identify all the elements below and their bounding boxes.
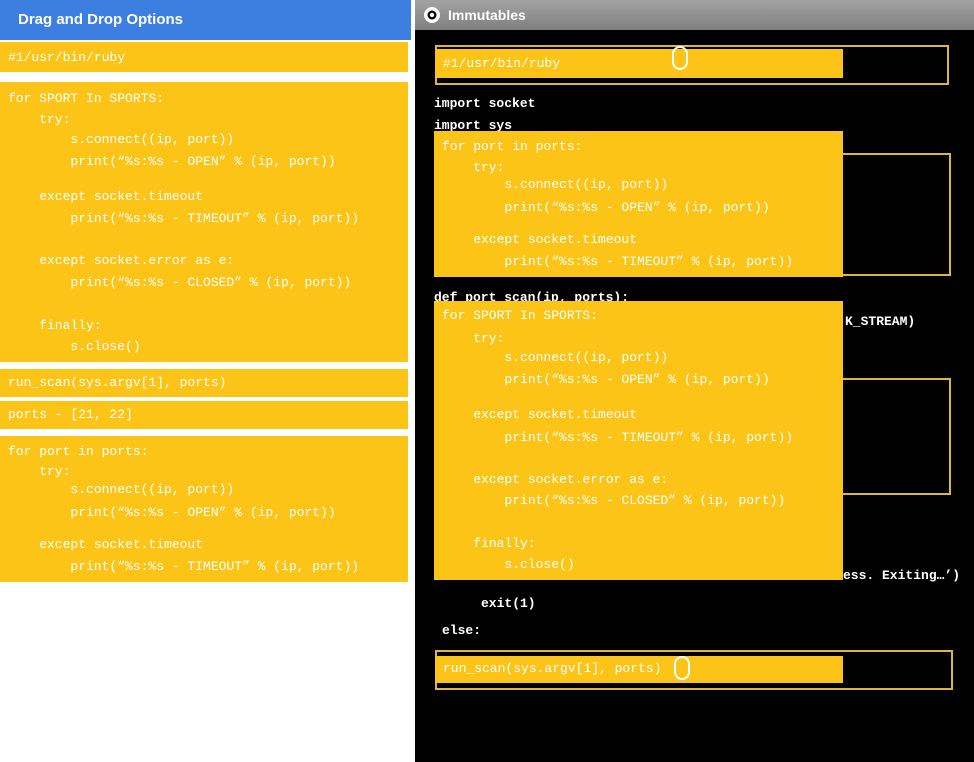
code-line: except socket.error as e: <box>8 253 235 268</box>
code-line: print(“%s:%s - OPEN” % (ip, port)) <box>442 372 770 387</box>
code-line: print(“%s:%s - TIMEOUT” % (ip, port)) <box>8 559 360 574</box>
gear-icon <box>424 7 440 23</box>
code-line: finally: <box>442 536 536 551</box>
immutables-panel-header: Immutables <box>415 0 974 30</box>
code-line: s.connect((ip, port)) <box>442 177 669 192</box>
code-line: print(“%s:%s - CLOSED” % (ip, port)) <box>442 493 786 508</box>
code-line: s.connect((ip, port)) <box>8 132 235 147</box>
options-panel-title: Drag and Drop Options <box>0 0 411 40</box>
code-else: else: <box>442 623 482 638</box>
code-line: except socket.timeout <box>442 232 638 247</box>
code-line: except socket.timeout <box>8 189 204 204</box>
code-line: print(“%s:%s - OPEN” % (ip, port)) <box>442 200 770 215</box>
placed-block-for-port-loop[interactable]: for port in ports: try: s.connect((ip, p… <box>434 131 843 277</box>
drop-slot-3[interactable] <box>834 378 951 495</box>
code-line: run_scan(sys.argv[1], ports) <box>443 661 662 676</box>
code-line: #1/usr/bin/ruby <box>8 50 126 65</box>
options-panel: Drag and Drop Options #1/usr/bin/ruby fo… <box>0 0 411 762</box>
code-line: print(“%s:%s - TIMEOUT” % (ip, port)) <box>442 430 794 445</box>
code-line: for SPORT In SPORTS: <box>8 91 165 106</box>
drag-handle-top[interactable] <box>672 46 688 70</box>
code-line: for SPORT In SPORTS: <box>442 308 599 323</box>
code-line: print(“%s:%s - OPEN” % (ip, port)) <box>8 505 336 520</box>
option-shebang[interactable]: #1/usr/bin/ruby <box>0 42 408 72</box>
code-line: ports - [21, 22] <box>8 407 133 422</box>
code-exit-call: exit(1) <box>481 596 536 611</box>
placed-block-for-sport-loop[interactable]: for SPORT In SPORTS: try: s.connect((ip,… <box>434 301 843 580</box>
code-stream-fragment: K_STREAM) <box>845 314 916 329</box>
code-line: s.connect((ip, port)) <box>8 482 235 497</box>
code-line: for port in ports: <box>442 139 583 154</box>
code-line: print(“%s:%s - TIMEOUT” % (ip, port)) <box>8 211 360 226</box>
code-import-socket: import socket <box>434 96 536 111</box>
option-ports-list[interactable]: ports - [21, 22] <box>0 401 408 429</box>
drop-slot-2[interactable] <box>834 153 951 276</box>
placed-block-shebang[interactable]: #1/usr/bin/ruby <box>435 49 843 78</box>
code-line: try: <box>8 112 71 127</box>
code-line: run_scan(sys.argv[1], ports) <box>8 375 227 390</box>
code-line: except socket.error as e: <box>442 472 669 487</box>
code-line: finally: <box>8 318 102 333</box>
code-line: print(“%s:%s - CLOSED” % (ip, port)) <box>8 275 352 290</box>
code-line: s.close() <box>442 557 575 572</box>
code-line: s.close() <box>8 339 141 354</box>
code-exiting-fragment: ess. Exiting…’) <box>843 568 961 583</box>
code-line: try: <box>442 160 505 175</box>
code-line: try: <box>8 464 71 479</box>
code-line: except socket.timeout <box>442 407 638 422</box>
code-line: print(“%s:%s - OPEN” % (ip, port)) <box>8 154 336 169</box>
code-line: except socket.timeout <box>8 537 204 552</box>
code-line: s.connect((ip, port)) <box>442 350 669 365</box>
immutables-panel-title: Immutables <box>448 7 526 23</box>
immutables-panel: Immutables import socket import sys def … <box>415 0 974 762</box>
option-for-sport-loop[interactable]: for SPORT In SPORTS: try: s.connect((ip,… <box>0 82 408 362</box>
option-run-scan[interactable]: run_scan(sys.argv[1], ports) <box>0 369 408 397</box>
placed-block-run-scan[interactable]: run_scan(sys.argv[1], ports) <box>435 656 843 683</box>
code-line: #1/usr/bin/ruby <box>443 56 561 71</box>
code-line: print(“%s:%s - TIMEOUT” % (ip, port)) <box>442 254 794 269</box>
drag-handle-bottom[interactable] <box>674 656 690 680</box>
code-line: try: <box>442 331 505 346</box>
code-line: for port in ports: <box>8 444 149 459</box>
option-for-port-loop[interactable]: for port in ports: try: s.connect((ip, p… <box>0 436 408 582</box>
